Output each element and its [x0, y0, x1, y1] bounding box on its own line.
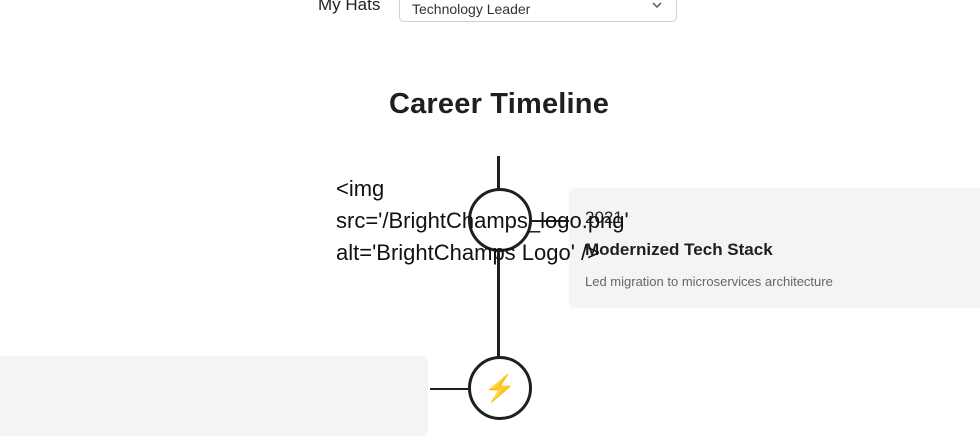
broken-logo-image-text: <img src='/BrightChamps_logo.png' alt='B… — [336, 176, 629, 265]
hats-select[interactable]: Technology Leader — [399, 0, 677, 22]
timeline-title: Career Timeline — [388, 88, 610, 120]
chevron-down-icon — [652, 2, 662, 9]
hats-label: My Hats — [318, 0, 381, 14]
timeline-card — [0, 356, 428, 436]
timeline-connector — [430, 388, 468, 390]
timeline-card-description: Led migration to microservices architect… — [585, 274, 833, 289]
hats-select-value: Technology Leader — [412, 1, 531, 17]
lightning-icon: ⚡ — [483, 373, 517, 403]
timeline-node: ⚡ — [468, 356, 532, 420]
